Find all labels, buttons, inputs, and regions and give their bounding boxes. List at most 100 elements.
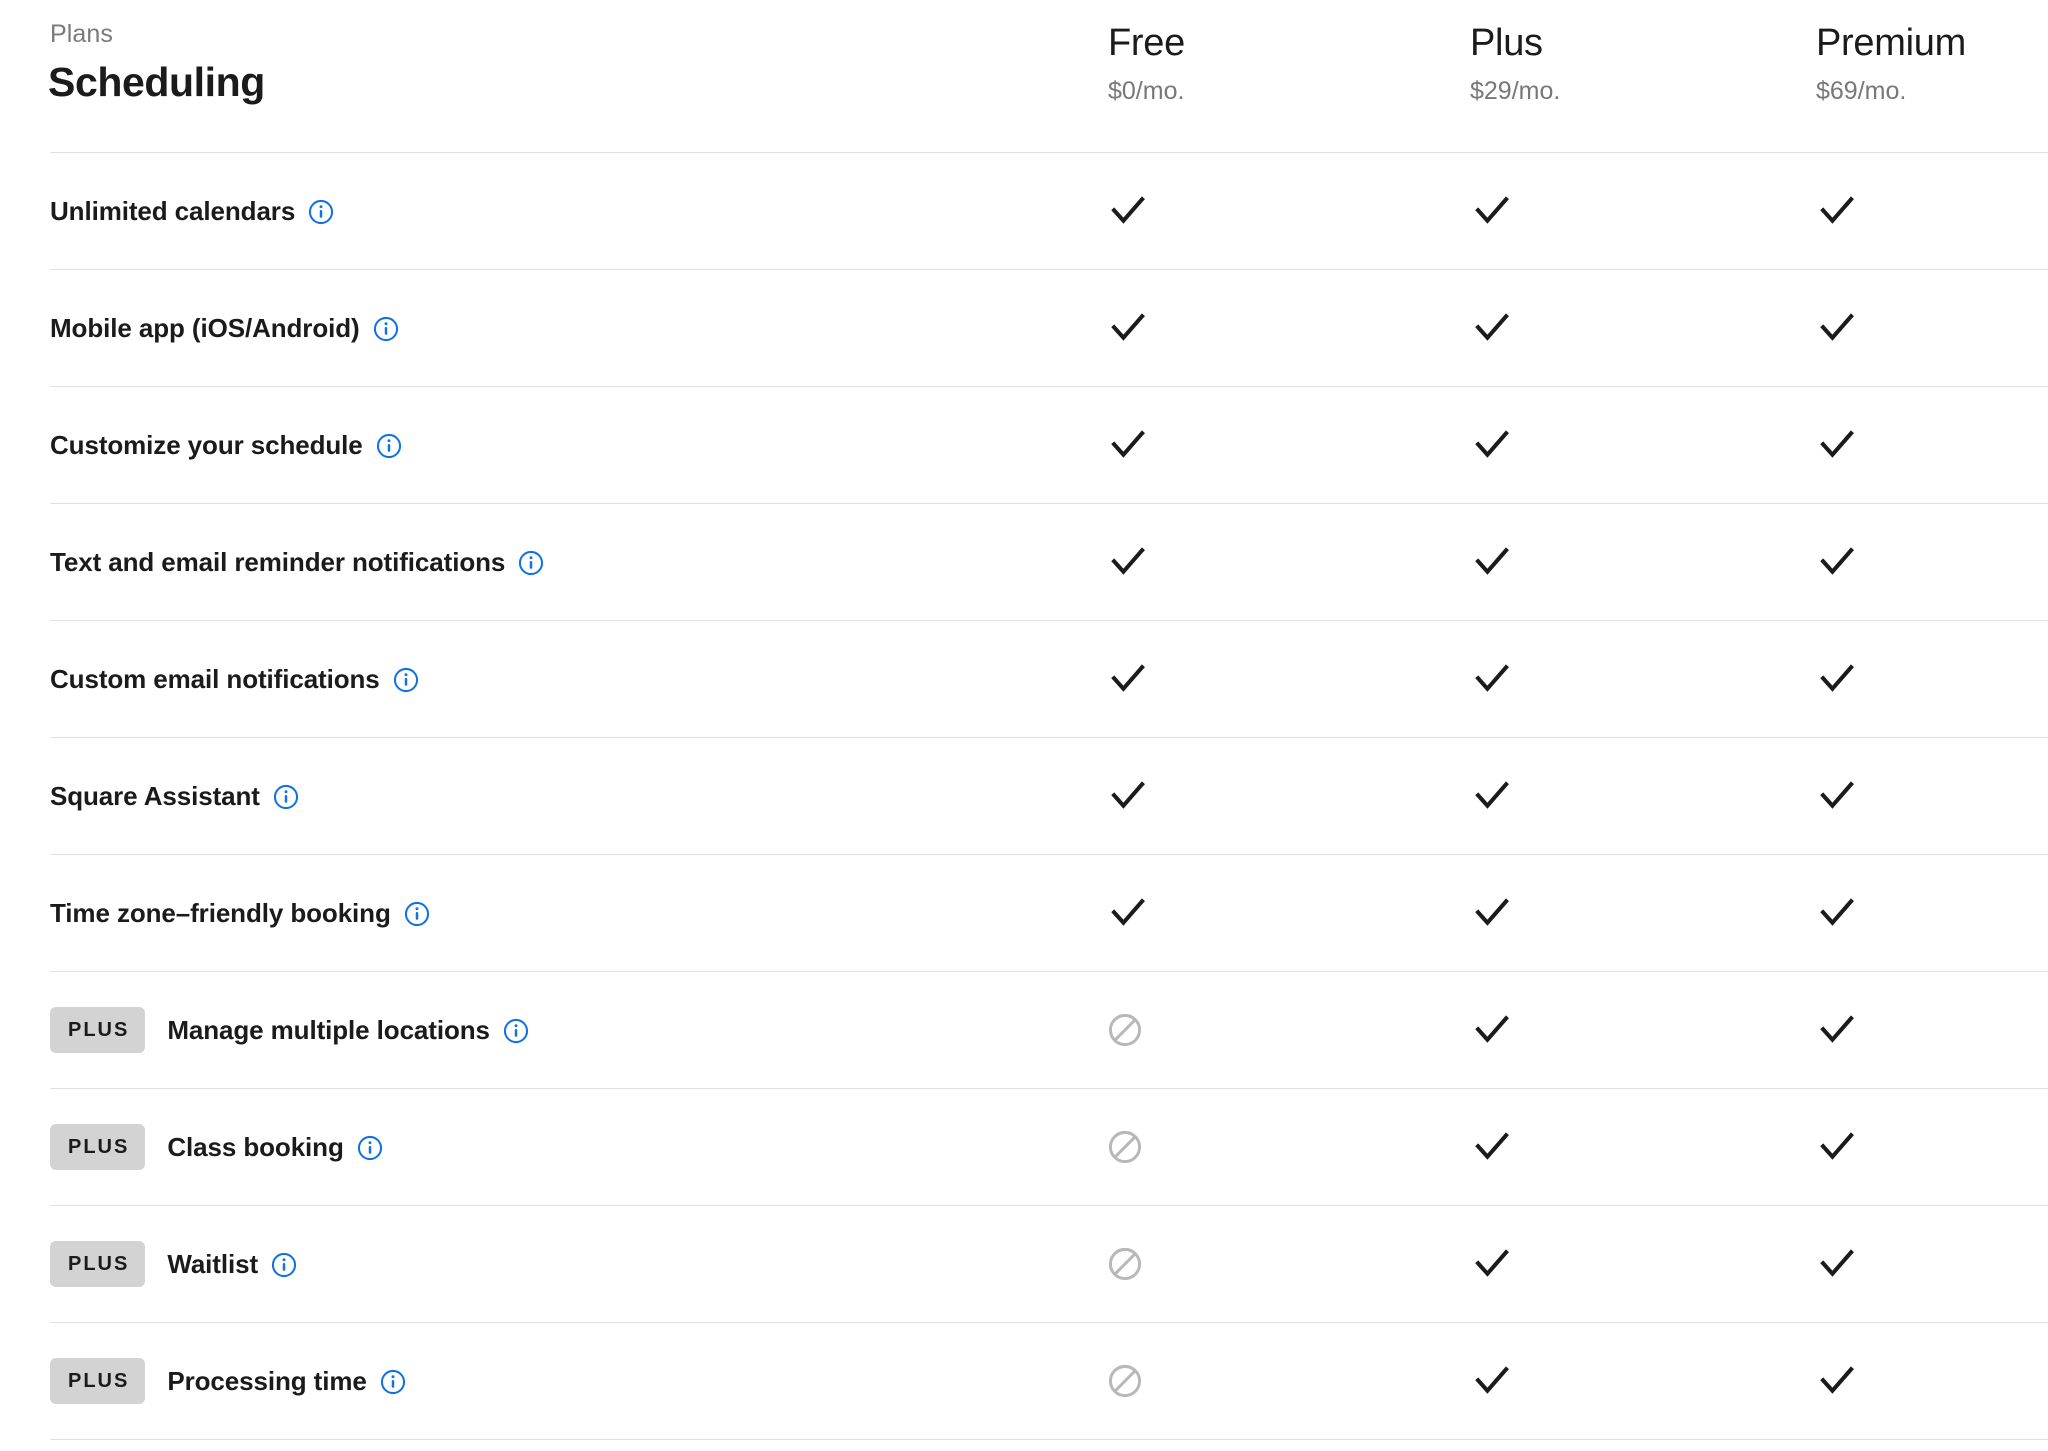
table-row: Mobile app (iOS/Android) xyxy=(0,270,2048,386)
plan-column-header-plus: Plus $29/mo. xyxy=(1470,24,1560,104)
check-icon xyxy=(1815,1242,1859,1286)
feature-comparison-table: Unlimited calendars Mobile app (iOS/Andro… xyxy=(0,152,2048,1440)
feature-value-cell xyxy=(1815,387,1875,503)
check-icon xyxy=(1815,306,1859,350)
feature-value-cell xyxy=(1470,153,1530,269)
check-icon xyxy=(1470,657,1514,701)
feature-value-cell xyxy=(1106,153,1166,269)
info-icon[interactable] xyxy=(273,784,299,810)
table-row: Text and email reminder notifications xyxy=(0,504,2048,620)
feature-value-cell xyxy=(1815,621,1875,737)
feature-name: Square Assistant xyxy=(50,780,260,811)
plan-name: Free xyxy=(1108,22,1185,64)
plus-plan-badge: PLUS xyxy=(50,1358,146,1404)
not-included-icon xyxy=(1106,1011,1144,1049)
check-icon xyxy=(1470,774,1514,818)
info-icon[interactable] xyxy=(357,1135,383,1161)
not-included-icon xyxy=(1106,1245,1144,1283)
feature-label-group: Mobile app (iOS/Android) xyxy=(50,270,399,386)
info-icon[interactable] xyxy=(380,1369,406,1395)
check-icon xyxy=(1815,1008,1859,1052)
feature-value-cell xyxy=(1470,621,1530,737)
feature-name: Text and email reminder notifications xyxy=(50,546,506,577)
feature-name: Manage multiple locations xyxy=(167,1014,490,1045)
info-icon[interactable] xyxy=(373,316,399,342)
feature-value-cell xyxy=(1470,1323,1530,1439)
table-row: Time zone–friendly booking xyxy=(0,855,2048,971)
feature-label-group: PLUS Waitlist xyxy=(50,1206,297,1322)
check-icon xyxy=(1106,657,1150,701)
plus-plan-badge: PLUS xyxy=(50,1241,146,1287)
feature-value-cell xyxy=(1815,1206,1875,1322)
feature-value-cell xyxy=(1470,972,1530,1088)
plan-name: Plus xyxy=(1470,22,1543,64)
feature-value-cell xyxy=(1815,738,1875,854)
check-icon xyxy=(1815,1125,1859,1169)
info-icon[interactable] xyxy=(376,433,402,459)
check-icon xyxy=(1815,774,1859,818)
check-icon xyxy=(1106,189,1150,233)
feature-label-group: Text and email reminder notifications xyxy=(50,504,544,620)
info-icon[interactable] xyxy=(308,199,334,225)
feature-value-cell xyxy=(1106,504,1166,620)
not-included-icon xyxy=(1106,1128,1144,1166)
feature-name: Processing time xyxy=(167,1365,367,1396)
page-header: Plans Scheduling Free $0/mo. Plus $29/mo. Pr… xyxy=(0,0,2048,170)
feature-label-group: PLUS Class booking xyxy=(50,1089,383,1205)
plus-plan-badge: PLUS xyxy=(50,1007,146,1053)
info-icon[interactable] xyxy=(271,1252,297,1278)
feature-name: Customize your schedule xyxy=(50,429,363,460)
check-icon xyxy=(1106,306,1150,350)
feature-value-cell xyxy=(1106,270,1166,386)
check-icon xyxy=(1470,306,1514,350)
feature-label-group: PLUS Processing time xyxy=(50,1323,406,1439)
feature-value-cell xyxy=(1106,972,1166,1088)
feature-value-cell xyxy=(1815,1323,1875,1439)
table-row: PLUS Manage multiple locations xyxy=(0,972,2048,1088)
feature-value-cell xyxy=(1106,1089,1166,1205)
table-row: Unlimited calendars xyxy=(0,153,2048,269)
feature-label-group: Square Assistant xyxy=(50,738,299,854)
plan-price: $69/mo. xyxy=(1816,77,1907,105)
check-icon xyxy=(1470,891,1514,935)
row-divider xyxy=(50,1439,2048,1440)
table-row: Custom email notifications xyxy=(0,621,2048,737)
breadcrumb[interactable]: Plans xyxy=(50,22,113,47)
feature-value-cell xyxy=(1815,855,1875,971)
check-icon xyxy=(1815,891,1859,935)
plan-price: $29/mo. xyxy=(1470,77,1561,105)
table-row: Customize your schedule xyxy=(0,387,2048,503)
table-row: Square Assistant xyxy=(0,738,2048,854)
plan-column-header-free: Free $0/mo. xyxy=(1108,24,1185,104)
plan-name: Premium xyxy=(1816,22,1966,64)
feature-value-cell xyxy=(1470,270,1530,386)
check-icon xyxy=(1470,1359,1514,1403)
feature-label-group: Custom email notifications xyxy=(50,621,419,737)
check-icon xyxy=(1470,540,1514,584)
info-icon[interactable] xyxy=(518,550,544,576)
feature-value-cell xyxy=(1106,738,1166,854)
feature-value-cell xyxy=(1106,1206,1166,1322)
feature-label-group: Unlimited calendars xyxy=(50,153,334,269)
feature-label-group: PLUS Manage multiple locations xyxy=(50,972,529,1088)
check-icon xyxy=(1106,891,1150,935)
page-title: Scheduling xyxy=(48,59,265,105)
check-icon xyxy=(1815,1359,1859,1403)
feature-value-cell xyxy=(1470,387,1530,503)
feature-name: Mobile app (iOS/Android) xyxy=(50,312,360,343)
feature-value-cell xyxy=(1815,972,1875,1088)
check-icon xyxy=(1470,1242,1514,1286)
feature-value-cell xyxy=(1815,153,1875,269)
feature-value-cell xyxy=(1470,738,1530,854)
plan-comparison-page: Plans Scheduling Free $0/mo. Plus $29/mo. Pr… xyxy=(0,0,2048,1451)
info-icon[interactable] xyxy=(393,667,419,693)
info-icon[interactable] xyxy=(404,901,430,927)
info-icon[interactable] xyxy=(503,1018,529,1044)
feature-label-group: Customize your schedule xyxy=(50,387,402,503)
feature-name: Custom email notifications xyxy=(50,663,380,694)
feature-value-cell xyxy=(1815,1089,1875,1205)
feature-name: Class booking xyxy=(167,1131,344,1162)
check-icon xyxy=(1470,1008,1514,1052)
table-row: PLUS Waitlist xyxy=(0,1206,2048,1322)
check-icon xyxy=(1106,774,1150,818)
